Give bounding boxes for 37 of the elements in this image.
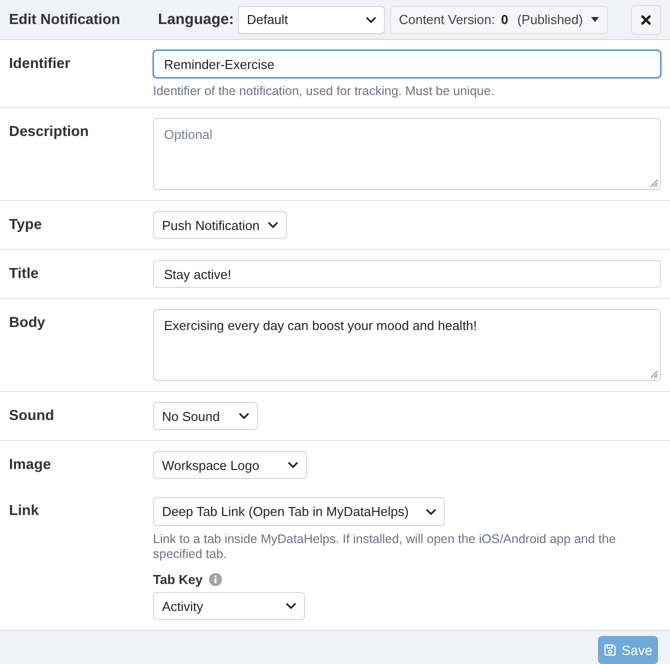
- chevron-down-icon: [268, 222, 278, 228]
- field-label: Title: [8, 265, 40, 284]
- dropdown-select[interactable]: No Sound: [153, 402, 258, 430]
- chevron-down-icon: [239, 413, 249, 419]
- info-icon[interactable]: [208, 573, 222, 586]
- text-field[interactable]: Reminder-Exercise: [153, 50, 661, 78]
- dropdown-select[interactable]: Push Notification: [153, 211, 287, 239]
- save-icon: [604, 644, 616, 656]
- field-label: Link: [8, 502, 40, 521]
- chevron-down-icon: [286, 603, 296, 609]
- help-text: Identifier of the notification, used for tracking. Must be unique.: [153, 84, 494, 99]
- chevron-down-icon: [426, 508, 436, 514]
- field-label: Identifier: [8, 55, 72, 74]
- field-label: Image: [8, 456, 52, 475]
- close-icon: [641, 14, 651, 24]
- field-label: Type: [8, 216, 43, 235]
- field-label: Description: [8, 123, 90, 142]
- field-label: Sound: [8, 407, 56, 426]
- language-select[interactable]: Default: [238, 6, 385, 34]
- dropdown-select[interactable]: Deep Tab Link (Open Tab in MyDataHelps): [153, 497, 445, 526]
- content-version-button[interactable]: Content Version: 0 (Published): [390, 6, 608, 34]
- close-button[interactable]: [631, 4, 661, 34]
- language-label: Language:: [158, 11, 234, 28]
- text-area[interactable]: Optional: [153, 118, 661, 190]
- text-field[interactable]: Stay active!: [153, 260, 661, 288]
- chevron-down-icon: [288, 462, 298, 468]
- resize-grip-icon[interactable]: [650, 370, 658, 378]
- dropdown-select[interactable]: Activity: [153, 592, 305, 620]
- field-label: Body: [8, 314, 46, 333]
- dialog-title: Edit Notification: [9, 12, 122, 28]
- text-area[interactable]: Exercising every day can boost your mood and health!: [153, 309, 661, 381]
- dropdown-select[interactable]: Workspace Logo: [153, 451, 307, 479]
- chevron-down-icon: [366, 16, 376, 22]
- help-text: Link to a tab inside MyDataHelps. If installed, will open the iOS/Android app and the specified tab.: [153, 532, 617, 562]
- resize-grip-icon[interactable]: [650, 179, 658, 187]
- field-label: Tab Key: [153, 572, 203, 587]
- caret-down-icon: [590, 17, 599, 22]
